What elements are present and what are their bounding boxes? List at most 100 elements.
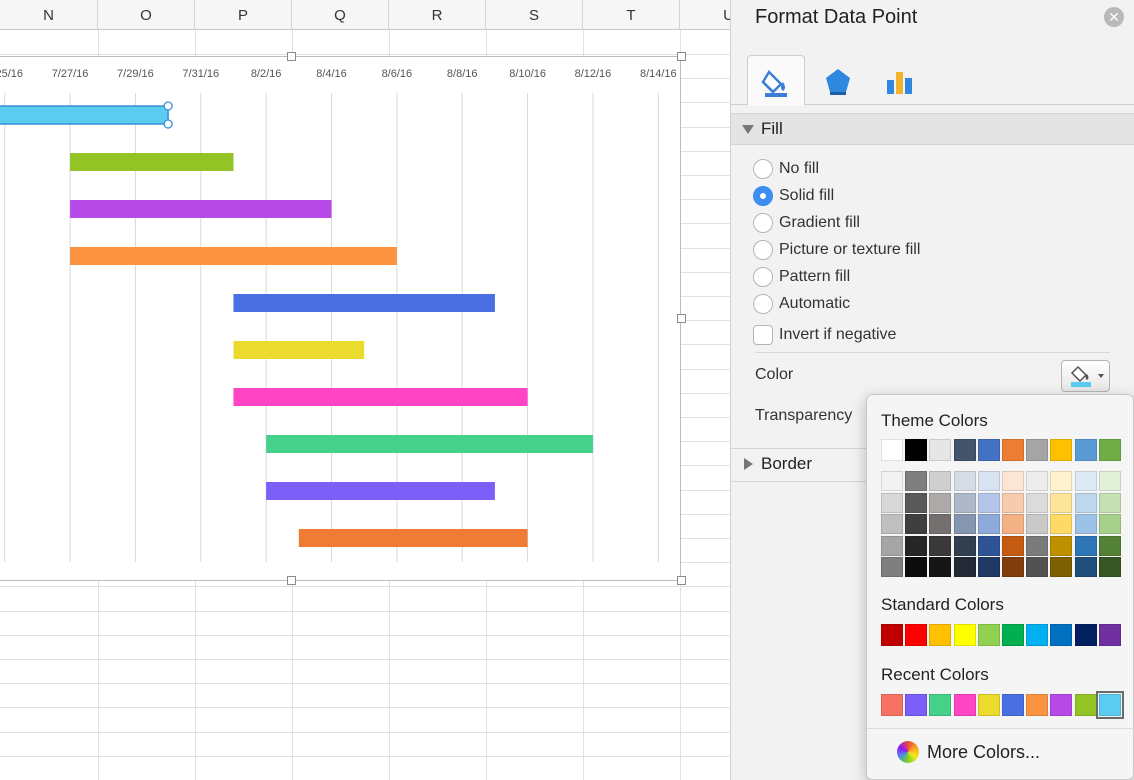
theme-color-swatch[interactable] xyxy=(929,439,952,461)
gantt-bar-2[interactable] xyxy=(70,153,234,171)
recent-color-swatch[interactable] xyxy=(1095,691,1124,719)
selection-handle[interactable] xyxy=(163,101,173,111)
theme-shade-swatch[interactable] xyxy=(977,535,1000,556)
fill-section-header[interactable]: Fill xyxy=(731,113,1134,145)
theme-shade-swatch[interactable] xyxy=(905,471,928,491)
column-header-n[interactable]: N xyxy=(0,0,98,30)
gantt-chart[interactable]: 7/25/16 7/27/16 7/29/16 7/31/16 8/2/16 8/4/16… xyxy=(0,52,686,585)
theme-shade-swatch[interactable] xyxy=(1098,492,1121,513)
column-header-t[interactable]: T xyxy=(583,0,680,30)
tab-series-options[interactable] xyxy=(871,55,929,106)
radio-picture-fill[interactable]: Picture or texture fill xyxy=(753,239,920,261)
theme-shade-swatch[interactable] xyxy=(905,492,928,513)
standard-color-swatch[interactable] xyxy=(1026,624,1049,646)
theme-shade-swatch[interactable] xyxy=(929,514,952,534)
theme-shade-swatch[interactable] xyxy=(1002,514,1024,534)
theme-shade-swatch[interactable] xyxy=(1002,557,1024,577)
theme-shade-swatch[interactable] xyxy=(1098,535,1121,556)
recent-color-swatch[interactable] xyxy=(1026,694,1049,716)
chart-resize-handle[interactable] xyxy=(677,52,686,61)
standard-color-swatch[interactable] xyxy=(1050,624,1073,646)
theme-shade-swatch[interactable] xyxy=(1002,535,1024,556)
recent-color-swatch[interactable] xyxy=(1002,694,1024,716)
theme-shade-swatch[interactable] xyxy=(929,557,952,577)
theme-color-swatch[interactable] xyxy=(1002,439,1024,461)
recent-color-swatch[interactable] xyxy=(953,694,976,716)
tab-effects[interactable] xyxy=(809,55,867,106)
theme-shade-swatch[interactable] xyxy=(1050,492,1073,513)
close-icon[interactable]: ✕ xyxy=(1104,7,1124,27)
radio-solid-fill[interactable]: Solid fill xyxy=(753,185,834,207)
theme-shade-swatch[interactable] xyxy=(1050,535,1073,556)
gantt-bar-9[interactable] xyxy=(266,482,495,500)
theme-shade-swatch[interactable] xyxy=(1074,557,1097,577)
recent-color-swatch[interactable] xyxy=(1050,694,1073,716)
theme-shade-swatch[interactable] xyxy=(953,535,976,556)
radio-button[interactable] xyxy=(753,267,773,287)
column-header-p[interactable]: P xyxy=(195,0,292,30)
theme-shade-swatch[interactable] xyxy=(1074,492,1097,513)
radio-button[interactable] xyxy=(753,294,773,314)
standard-color-swatch[interactable] xyxy=(881,624,903,646)
theme-color-swatch[interactable] xyxy=(881,439,903,461)
recent-color-swatch[interactable] xyxy=(905,694,928,716)
theme-shade-swatch[interactable] xyxy=(1026,557,1049,577)
chart-resize-handle[interactable] xyxy=(287,52,296,61)
theme-shade-swatch[interactable] xyxy=(1026,471,1049,491)
radio-button[interactable] xyxy=(753,159,773,179)
radio-no-fill[interactable]: No fill xyxy=(753,158,819,180)
theme-shade-swatch[interactable] xyxy=(905,514,928,534)
column-header-o[interactable]: O xyxy=(98,0,195,30)
theme-shade-swatch[interactable] xyxy=(953,557,976,577)
theme-shade-swatch[interactable] xyxy=(1026,492,1049,513)
theme-color-swatch[interactable] xyxy=(1098,439,1121,461)
theme-color-swatch[interactable] xyxy=(953,439,976,461)
standard-color-swatch[interactable] xyxy=(977,624,1000,646)
gantt-bar-10[interactable] xyxy=(298,529,528,547)
column-header-q[interactable]: Q xyxy=(292,0,389,30)
tab-fill-line[interactable] xyxy=(747,55,805,106)
theme-shade-swatch[interactable] xyxy=(953,471,976,491)
theme-shade-swatch[interactable] xyxy=(977,557,1000,577)
theme-color-swatch[interactable] xyxy=(977,439,1000,461)
theme-shade-swatch[interactable] xyxy=(977,514,1000,534)
standard-color-swatch[interactable] xyxy=(1074,624,1097,646)
standard-color-swatch[interactable] xyxy=(1002,624,1024,646)
theme-color-swatch[interactable] xyxy=(1026,439,1049,461)
more-colors-button[interactable]: More Colors... xyxy=(897,741,1040,763)
radio-automatic[interactable]: Automatic xyxy=(753,293,850,315)
column-header-s[interactable]: S xyxy=(486,0,583,30)
radio-button[interactable] xyxy=(753,213,773,233)
theme-color-swatch[interactable] xyxy=(1050,439,1073,461)
gantt-bar-5[interactable] xyxy=(233,294,495,312)
theme-shade-swatch[interactable] xyxy=(881,535,903,556)
radio-button-selected[interactable] xyxy=(753,186,773,206)
theme-shade-swatch[interactable] xyxy=(1050,557,1073,577)
chart-resize-handle[interactable] xyxy=(677,314,686,323)
theme-shade-swatch[interactable] xyxy=(953,514,976,534)
theme-shade-swatch[interactable] xyxy=(977,471,1000,491)
theme-shade-swatch[interactable] xyxy=(905,557,928,577)
theme-shade-swatch[interactable] xyxy=(929,492,952,513)
gantt-bar-3[interactable] xyxy=(70,200,332,218)
radio-button[interactable] xyxy=(753,240,773,260)
selection-handle[interactable] xyxy=(163,119,173,129)
column-header-r[interactable]: R xyxy=(389,0,486,30)
standard-color-swatch[interactable] xyxy=(953,624,976,646)
gantt-bar-4[interactable] xyxy=(70,247,397,265)
standard-color-swatch[interactable] xyxy=(1098,624,1121,646)
theme-shade-swatch[interactable] xyxy=(1002,471,1024,491)
column-header-u[interactable]: U xyxy=(680,0,730,30)
theme-shade-swatch[interactable] xyxy=(1098,514,1121,534)
radio-pattern-fill[interactable]: Pattern fill xyxy=(753,266,850,288)
gantt-bar-8[interactable] xyxy=(266,435,593,453)
theme-shade-swatch[interactable] xyxy=(881,471,903,491)
theme-shade-swatch[interactable] xyxy=(1074,535,1097,556)
chart-resize-handle[interactable] xyxy=(287,576,296,585)
theme-shade-swatch[interactable] xyxy=(1002,492,1024,513)
gantt-bar-1[interactable] xyxy=(0,105,169,125)
standard-color-swatch[interactable] xyxy=(905,624,928,646)
gantt-bar-7[interactable] xyxy=(233,388,528,406)
theme-shade-swatch[interactable] xyxy=(977,492,1000,513)
theme-shade-swatch[interactable] xyxy=(953,492,976,513)
